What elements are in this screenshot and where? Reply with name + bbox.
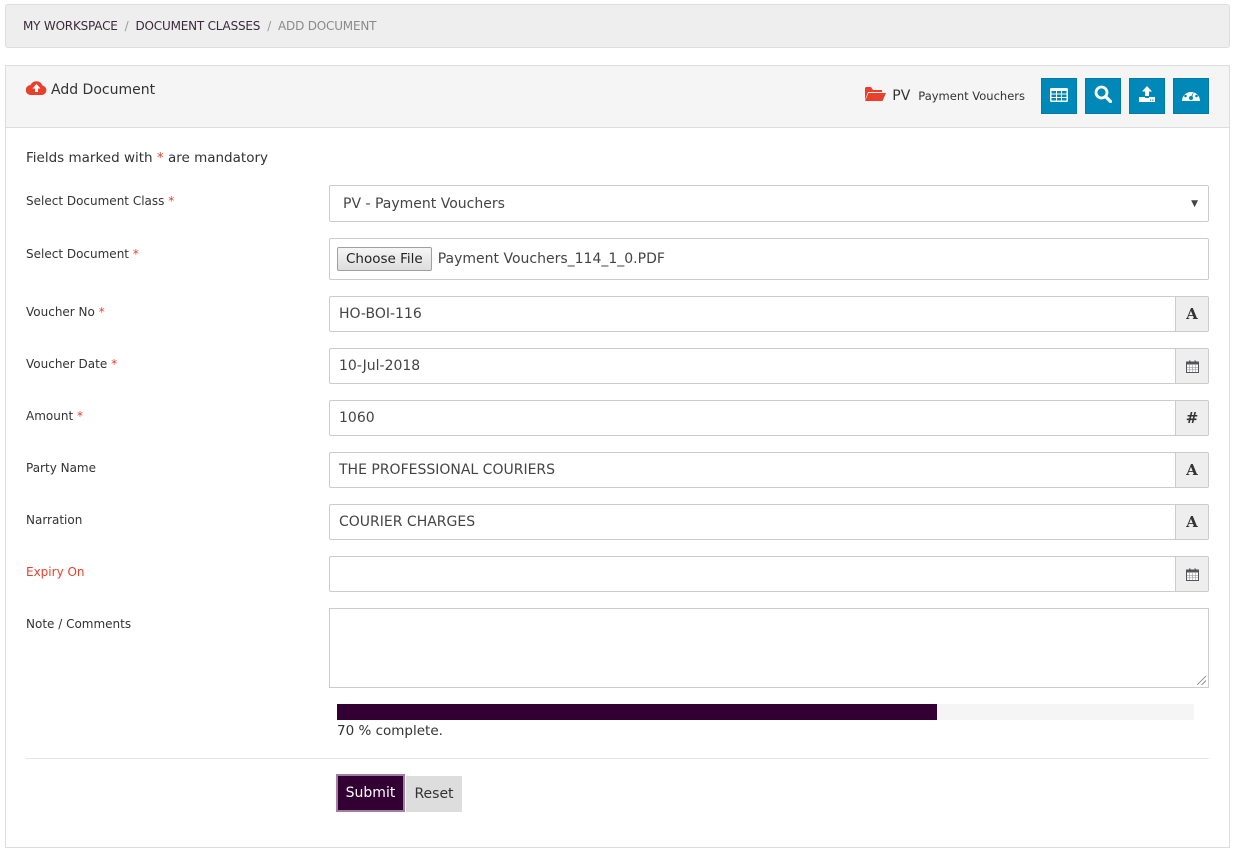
table-icon — [1050, 87, 1068, 106]
required-star: * — [132, 247, 139, 261]
dashboard-button[interactable] — [1173, 78, 1209, 114]
document-file-input: Choose File Payment Vouchers_114_1_0.PDF — [329, 238, 1209, 280]
text-type-icon: A — [1175, 453, 1208, 487]
label-text: Select Document Class — [26, 194, 165, 208]
calendar-icon[interactable] — [1175, 349, 1208, 383]
breadcrumb-separator: / — [124, 19, 129, 33]
amount-value: 1060 — [339, 410, 375, 426]
label-text: Voucher Date — [26, 357, 108, 371]
breadcrumb-document-classes[interactable]: DOCUMENT CLASSES — [136, 19, 261, 33]
required-star: * — [156, 150, 164, 166]
document-class-toolbar: PV Payment Vouchers — [865, 78, 1209, 114]
upload-progress-bar — [337, 704, 1194, 720]
narration-field[interactable]: COURIER CHARGES A — [329, 504, 1209, 540]
comments-label: Note / Comments — [26, 617, 131, 631]
form-divider — [26, 758, 1209, 759]
voucher-no-label: Voucher No * — [26, 305, 105, 319]
class-code: PV — [892, 88, 911, 104]
search-button[interactable] — [1085, 78, 1121, 114]
mandatory-note-suffix: are mandatory — [167, 150, 268, 166]
upload-progress-fill — [337, 704, 937, 720]
document-class-value: PV - Payment Vouchers — [343, 195, 505, 212]
expiry-on-field[interactable] — [329, 556, 1209, 592]
required-star: * — [76, 409, 83, 423]
table-view-button[interactable] — [1041, 78, 1077, 114]
panel-header: Add Document PV Payment Vouchers — [6, 66, 1229, 128]
required-star: * — [98, 305, 105, 319]
label-text: Voucher No — [26, 305, 95, 319]
document-class-label: Select Document Class * — [26, 194, 174, 208]
label-text: Narration — [26, 513, 83, 527]
comments-textarea[interactable] — [329, 608, 1209, 688]
label-text: Party Name — [26, 461, 97, 475]
narration-label: Narration — [26, 513, 82, 527]
number-type-icon: # — [1175, 401, 1208, 435]
panel-title-text: Add Document — [51, 81, 156, 98]
upload-progress-text: 70 % complete. — [337, 723, 443, 739]
breadcrumb-separator: / — [267, 19, 272, 33]
calendar-icon[interactable] — [1175, 557, 1208, 591]
breadcrumb: MY WORKSPACE / DOCUMENT CLASSES / ADD DO… — [5, 4, 1230, 48]
panel-title: Add Document — [25, 80, 156, 99]
label-text: Select Document — [26, 247, 130, 261]
resize-handle[interactable] — [1197, 676, 1206, 685]
party-name-field[interactable]: THE PROFESSIONAL COURIERS A — [329, 452, 1209, 488]
amount-field[interactable]: 1060 # — [329, 400, 1209, 436]
voucher-date-label: Voucher Date * — [26, 357, 117, 371]
chevron-down-icon: ▼ — [1191, 198, 1198, 209]
add-document-panel: Add Document PV Payment Vouchers Fields … — [5, 65, 1230, 848]
label-text: Expiry On — [26, 565, 85, 579]
amount-label: Amount * — [26, 409, 83, 423]
narration-value: COURIER CHARGES — [339, 514, 476, 530]
voucher-date-field[interactable]: 10-Jul-2018 — [329, 348, 1209, 384]
required-star: * — [111, 357, 118, 371]
mandatory-note-prefix: Fields marked with — [26, 150, 153, 166]
breadcrumb-my-workspace[interactable]: MY WORKSPACE — [23, 19, 118, 33]
expiry-on-label: Expiry On — [26, 565, 85, 579]
required-star: * — [168, 194, 175, 208]
search-icon — [1094, 85, 1113, 107]
reset-button[interactable]: Reset — [406, 776, 462, 812]
dashboard-icon — [1181, 86, 1201, 106]
document-class-select[interactable]: PV - Payment Vouchers ▼ — [329, 185, 1209, 222]
mandatory-note: Fields marked with * are mandatory — [26, 150, 268, 166]
party-name-label: Party Name — [26, 461, 96, 475]
cloud-upload-icon — [25, 80, 51, 99]
text-type-icon: A — [1175, 297, 1208, 331]
choose-file-button[interactable]: Choose File — [337, 247, 432, 271]
voucher-no-field[interactable]: HO-BOI-116 A — [329, 296, 1209, 332]
voucher-no-value: HO-BOI-116 — [339, 306, 422, 322]
breadcrumb-add-document: ADD DOCUMENT — [278, 19, 377, 33]
label-text: Amount — [26, 409, 74, 423]
folder-open-icon — [865, 86, 887, 106]
label-text: Note / Comments — [26, 617, 132, 631]
voucher-date-value: 10-Jul-2018 — [339, 358, 421, 374]
document-label: Select Document * — [26, 247, 139, 261]
submit-button[interactable]: Submit — [336, 774, 405, 812]
text-type-icon: A — [1175, 505, 1208, 539]
upload-icon — [1138, 85, 1156, 107]
selected-file-name: Payment Vouchers_114_1_0.PDF — [437, 251, 665, 267]
party-name-value: THE PROFESSIONAL COURIERS — [339, 462, 556, 478]
upload-button[interactable] — [1129, 78, 1165, 114]
class-name: Payment Vouchers — [918, 89, 1025, 103]
